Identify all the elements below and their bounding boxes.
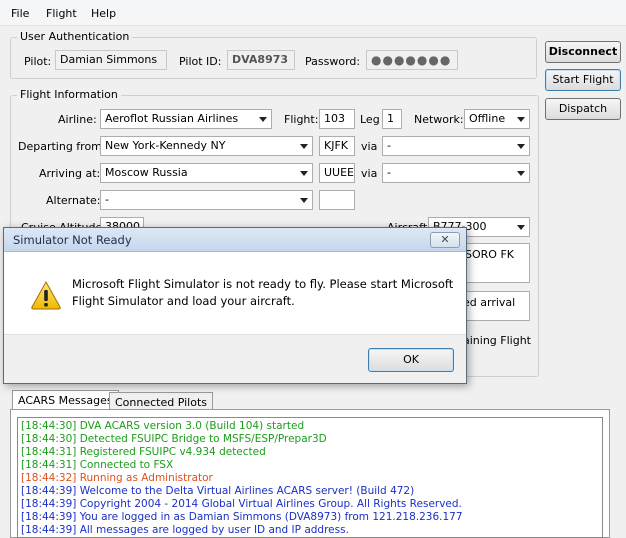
log-line: [18:44:39] Welcome to the Delta Virtual … [21, 485, 415, 497]
menu-help[interactable]: Help [91, 7, 116, 20]
chevron-down-icon [259, 117, 267, 122]
dialog-message-line-2: Flight Simulator and load your aircraft. [72, 294, 295, 308]
menu-flight[interactable]: Flight [46, 7, 77, 20]
menu-bar: File Flight Help [0, 0, 626, 26]
chevron-down-icon [300, 171, 308, 176]
leg-input[interactable]: 1 [382, 109, 402, 129]
airline-select[interactable]: Aeroflot Russian Airlines [100, 109, 272, 129]
network-select[interactable]: Offline [464, 109, 530, 129]
arriving-value: Moscow Russia [105, 166, 188, 179]
departing-via-select[interactable]: - [382, 136, 530, 156]
dialog-title: Simulator Not Ready [13, 233, 132, 247]
arriving-select[interactable]: Moscow Russia [100, 163, 313, 183]
dispatch-button[interactable]: Dispatch [545, 98, 621, 120]
warning-icon [30, 280, 62, 310]
log-line: [18:44:31] Registered FSUIPC v4.934 dete… [21, 446, 266, 458]
alternate-label: Alternate: [46, 194, 101, 207]
arriving-via-select[interactable]: - [382, 163, 530, 183]
airline-value: Aeroflot Russian Airlines [105, 112, 239, 125]
log-line: [18:44:39] You are logged in as Damian S… [21, 511, 463, 523]
user-auth-title: User Authentication [17, 30, 133, 43]
chevron-down-icon [517, 225, 525, 230]
alternate-value: - [105, 193, 109, 206]
arriving-via-value: - [387, 166, 391, 179]
dialog-message-line-1: Microsoft Flight Simulator is not ready … [72, 277, 454, 291]
pilot-label: Pilot: [24, 55, 52, 68]
alternate-code-input[interactable] [319, 190, 355, 210]
departing-select[interactable]: New York-Kennedy NY [100, 136, 313, 156]
chevron-down-icon [300, 144, 308, 149]
tab-connected-pilots[interactable]: Connected Pilots [109, 392, 214, 410]
pilot-id-field: DVA8973 [227, 50, 295, 70]
alternate-select[interactable]: - [100, 190, 313, 210]
training-flight-label: aining Flight [463, 334, 531, 347]
start-flight-button[interactable]: Start Flight [545, 69, 621, 91]
pilot-id-label: Pilot ID: [179, 55, 222, 68]
log-line: [18:44:31] Connected to FSX [21, 459, 174, 471]
simulator-not-ready-dialog: Simulator Not Ready ✕ Microsoft Flight S… [3, 227, 467, 384]
log-line: [18:44:30] DVA ACARS version 3.0 (Build … [21, 420, 305, 432]
route-text: SORO FK [465, 248, 514, 261]
network-label: Network: [414, 113, 464, 126]
network-value: Offline [469, 112, 506, 125]
password-field[interactable]: ●●●●●●● [366, 50, 458, 70]
remarks-text: ed arrival [463, 296, 516, 309]
ok-button[interactable]: OK [368, 348, 454, 372]
password-label: Password: [305, 55, 361, 68]
flight-number-input[interactable]: 103 [319, 109, 355, 129]
arriving-code-input[interactable]: UUEE [319, 163, 355, 183]
disconnect-button[interactable]: Disconnect [545, 41, 621, 63]
departing-value: New York-Kennedy NY [105, 139, 226, 152]
acars-log[interactable]: [18:44:30] DVA ACARS version 3.0 (Build … [17, 417, 603, 538]
departing-via-value: - [387, 139, 391, 152]
pilot-name-field: Damian Simmons [55, 50, 167, 70]
flight-info-title: Flight Information [17, 88, 121, 101]
log-line: [18:44:39] Copyright 2004 - 2014 Global … [21, 498, 462, 510]
log-line: [18:44:32] Running as Administrator [21, 472, 213, 484]
departing-code-input[interactable]: KJFK [319, 136, 355, 156]
chevron-down-icon [517, 171, 525, 176]
chevron-down-icon [517, 144, 525, 149]
log-line: [18:44:30] Detected FSUIPC Bridge to MSF… [21, 433, 327, 445]
leg-label: Leg [360, 113, 380, 126]
close-icon[interactable]: ✕ [430, 232, 460, 248]
chevron-down-icon [300, 198, 308, 203]
log-line: [18:44:39] All messages are logged by us… [21, 524, 349, 536]
dialog-title-bar: Simulator Not Ready ✕ [4, 228, 466, 252]
flight-label: Flight: [284, 113, 319, 126]
departing-via-label: via [361, 140, 378, 153]
departing-label: Departing from: [18, 140, 106, 153]
menu-file[interactable]: File [11, 7, 29, 20]
arriving-via-label: via [361, 167, 378, 180]
chevron-down-icon [517, 117, 525, 122]
dialog-footer: OK [4, 334, 466, 383]
tab-acars-messages[interactable]: ACARS Messages [12, 390, 119, 410]
arriving-label: Arriving at: [39, 167, 101, 180]
airline-label: Airline: [58, 113, 97, 126]
dialog-message: Microsoft Flight Simulator is not ready … [72, 276, 453, 310]
